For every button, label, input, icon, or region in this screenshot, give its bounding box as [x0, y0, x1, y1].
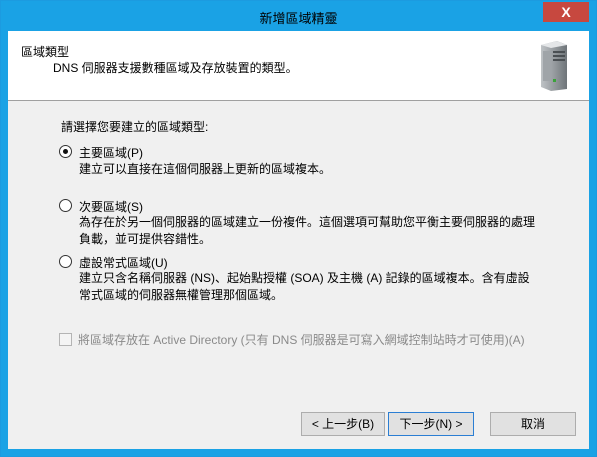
wizard-header: 區域類型 DNS 伺服器支援數種區域及存放裝置的類型。: [8, 31, 589, 101]
primary-zone-description: 建立可以直接在這個伺服器上更新的區域複本。: [79, 161, 549, 178]
radio-button-secondary[interactable]: [59, 199, 72, 212]
radio-label-primary[interactable]: 主要區域(P): [79, 144, 143, 161]
radio-button-primary[interactable]: [59, 145, 72, 158]
zone-type-prompt: 請選擇您要建立的區域類型:: [61, 120, 209, 134]
radio-label-secondary[interactable]: 次要區域(S): [79, 198, 143, 215]
wizard-window: 新增區域精靈 X 區域類型 DNS 伺服器支援數種區域及存放裝置的類型。 請選擇…: [0, 0, 597, 457]
next-button[interactable]: 下一步(N) >: [388, 412, 474, 436]
wizard-body: 區域類型 DNS 伺服器支援數種區域及存放裝置的類型。 請選擇您要建立的區域類型…: [8, 31, 589, 449]
header-subtitle: DNS 伺服器支援數種區域及存放裝置的類型。: [53, 61, 298, 75]
ad-integrated-checkbox-row: 將區域存放在 Active Directory (只有 DNS 伺服器是可寫入網…: [59, 331, 525, 348]
radio-label-stub[interactable]: 虛設常式區域(U): [79, 254, 168, 271]
server-icon: [541, 41, 567, 91]
header-title: 區域類型: [21, 45, 70, 59]
ad-integrated-checkbox: [59, 333, 72, 346]
description-line: 常式區域的伺服器無權管理那個區域。: [79, 288, 284, 302]
secondary-zone-description: 為存在於另一個伺服器的區域建立一份複件。這個選項可幫助您平衡主要伺服器的處理 負…: [79, 214, 549, 248]
radio-button-stub[interactable]: [59, 255, 72, 268]
back-button[interactable]: < 上一步(B): [301, 412, 385, 436]
description-line: 建立只含名稱伺服器 (NS)、起始點授權 (SOA) 及主機 (A) 記錄的區域…: [79, 271, 530, 285]
ad-integrated-label: 將區域存放在 Active Directory (只有 DNS 伺服器是可寫入網…: [78, 333, 525, 347]
description-line: 為存在於另一個伺服器的區域建立一份複件。這個選項可幫助您平衡主要伺服器的處理: [79, 215, 536, 229]
cancel-button[interactable]: 取消: [490, 412, 576, 436]
window-title: 新增區域精靈: [259, 11, 338, 26]
close-button[interactable]: X: [543, 2, 589, 22]
stub-zone-description: 建立只含名稱伺服器 (NS)、起始點授權 (SOA) 及主機 (A) 記錄的區域…: [79, 270, 549, 304]
description-line: 建立可以直接在這個伺服器上更新的區域複本。: [79, 162, 332, 176]
title-bar[interactable]: 新增區域精靈 X: [1, 1, 596, 31]
description-line: 負載，並可提供容錯性。: [79, 232, 212, 246]
